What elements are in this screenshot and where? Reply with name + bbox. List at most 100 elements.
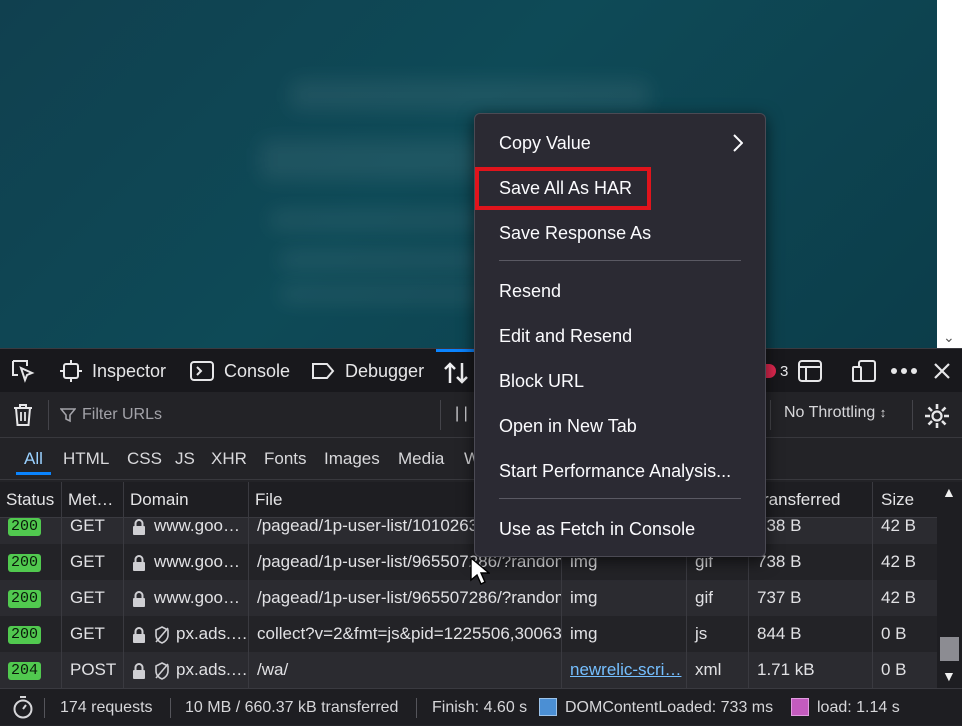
responsive-icon: [852, 360, 876, 382]
clear-button[interactable]: [12, 403, 34, 432]
table-row[interactable]: 200 GET www.goo… /pagead/1p-user-list/10…: [0, 518, 937, 544]
initiator-link[interactable]: newrelic-scri…: [562, 652, 687, 688]
filter-urls-input[interactable]: Filter URLs: [60, 400, 430, 430]
column-transferred[interactable]: ransferred: [749, 482, 873, 518]
network-settings-button[interactable]: [924, 403, 950, 434]
size-cell: 42 B: [881, 552, 916, 571]
domain-text: www.goo…: [154, 588, 240, 607]
lock-icon: [133, 626, 145, 643]
pick-element-button[interactable]: [10, 349, 36, 393]
size-cell: 42 B: [881, 518, 916, 535]
throttling-select[interactable]: No Throttling ↕: [784, 404, 886, 422]
more-options-button[interactable]: [890, 349, 918, 393]
tab-inspector[interactable]: Inspector: [60, 349, 166, 393]
column-method[interactable]: Met…: [62, 482, 124, 518]
lock-icon: [133, 554, 145, 571]
error-icon: [766, 364, 776, 378]
domain-cell: www.goo…: [124, 518, 249, 544]
tab-console[interactable]: Console: [190, 349, 290, 393]
table-row[interactable]: 200 GET www.goo… /pagead/1p-user-list/96…: [0, 544, 937, 580]
menu-item-performance-analysis[interactable]: Start Performance Analysis...: [499, 449, 731, 494]
close-devtools-button[interactable]: [933, 349, 951, 393]
filter-xhr[interactable]: XHR: [211, 438, 247, 480]
tracker-icon: [155, 625, 169, 644]
domain-text: px.ads.…: [176, 624, 248, 643]
dom-loaded-marker: [539, 698, 557, 716]
table-row[interactable]: 204 POST px.ads.… /wa/ newrelic-scri… xm…: [0, 652, 937, 688]
tab-inspector-label: Inspector: [92, 360, 167, 381]
domain-text: www.goo…: [154, 552, 240, 571]
menu-item-resend[interactable]: Resend: [499, 269, 561, 314]
error-count[interactable]: 3: [766, 349, 788, 393]
method-cell: GET: [62, 616, 124, 652]
divider: [416, 698, 417, 718]
transferred-cell: 844 B: [749, 616, 873, 652]
menu-separator: [499, 260, 741, 261]
menu-item-save-response[interactable]: Save Response As: [499, 211, 651, 256]
filter-fonts[interactable]: Fonts: [264, 438, 307, 480]
tab-console-label: Console: [224, 360, 291, 381]
column-domain[interactable]: Domain: [124, 482, 249, 518]
domain-cell: www.goo…: [124, 580, 249, 616]
size-cell: 0 B: [881, 624, 907, 643]
layout-icon: [798, 360, 822, 382]
timer-icon[interactable]: [12, 695, 34, 719]
table-row[interactable]: 200 GET www.goo… /pagead/1p-user-list/96…: [0, 580, 937, 616]
debugger-icon: [312, 363, 335, 379]
scrollbar-thumb[interactable]: [940, 637, 959, 661]
tab-debugger[interactable]: Debugger: [311, 349, 424, 393]
lock-icon: [133, 590, 145, 607]
domain-cell: www.goo…: [124, 544, 249, 580]
table-row[interactable]: 200 GET px.ads.… collect?v=2&fmt=js&pid=…: [0, 616, 937, 652]
file-cell: /wa/: [249, 652, 562, 688]
filter-images[interactable]: Images: [324, 438, 380, 480]
tab-debugger-label: Debugger: [345, 360, 425, 381]
initiator-cell: img: [562, 616, 687, 652]
throttling-arrow-icon: ↕: [879, 405, 887, 420]
filter-all[interactable]: All: [16, 438, 51, 480]
menu-item-block-url[interactable]: Block URL: [499, 359, 584, 404]
inspector-icon: [60, 360, 82, 382]
console-icon: [190, 361, 214, 381]
mouse-cursor-icon: [470, 557, 490, 585]
transferred-summary: 10 MB / 660.37 kB transferred: [185, 699, 399, 716]
filter-urls-placeholder: Filter URLs: [82, 406, 163, 423]
filter-icon: [60, 408, 76, 423]
tab-network[interactable]: [436, 349, 476, 393]
type-cell: js: [687, 616, 749, 652]
scroll-down-icon[interactable]: ▼: [942, 668, 956, 684]
responsive-design-button[interactable]: [851, 349, 877, 393]
status-badge: 200: [8, 553, 42, 572]
filter-media[interactable]: Media: [398, 438, 444, 480]
menu-item-copy-value[interactable]: Copy Value: [499, 121, 743, 166]
domain-text: www.goo…: [154, 518, 240, 535]
filter-js[interactable]: JS: [175, 438, 195, 480]
pause-button[interactable]: | |: [455, 405, 468, 423]
highlight-box: [475, 167, 651, 210]
trash-icon: [14, 404, 32, 426]
scroll-down-icon[interactable]: ⌄: [943, 329, 955, 346]
filter-html[interactable]: HTML: [63, 438, 109, 480]
finish-time: Finish: 4.60 s: [432, 699, 528, 716]
menu-item-edit-resend[interactable]: Edit and Resend: [499, 314, 632, 359]
transferred-cell: 738 B: [749, 518, 873, 544]
layout-button[interactable]: [798, 349, 822, 393]
load-time: load: 1.14 s: [817, 699, 900, 716]
domain-cell: px.ads.…: [124, 652, 249, 688]
filter-css[interactable]: CSS: [127, 438, 162, 480]
page-scrollbar[interactable]: ⌄: [937, 0, 962, 348]
menu-item-fetch-console[interactable]: Use as Fetch in Console: [499, 507, 695, 552]
column-status[interactable]: Status: [0, 482, 62, 518]
column-size[interactable]: Size: [873, 482, 937, 518]
close-icon: [934, 363, 950, 379]
status-badge: 204: [8, 661, 42, 680]
menu-item-label: Copy Value: [499, 133, 591, 153]
status-badge: 200: [8, 518, 42, 536]
load-marker: [791, 698, 809, 716]
menu-item-open-new-tab[interactable]: Open in New Tab: [499, 404, 637, 449]
method-cell: GET: [62, 580, 124, 616]
throttling-value: No Throttling: [784, 404, 876, 421]
divider: [440, 400, 441, 430]
request-list-scrollbar[interactable]: ▲ ▼: [937, 482, 962, 688]
scroll-up-icon[interactable]: ▲: [942, 484, 956, 500]
